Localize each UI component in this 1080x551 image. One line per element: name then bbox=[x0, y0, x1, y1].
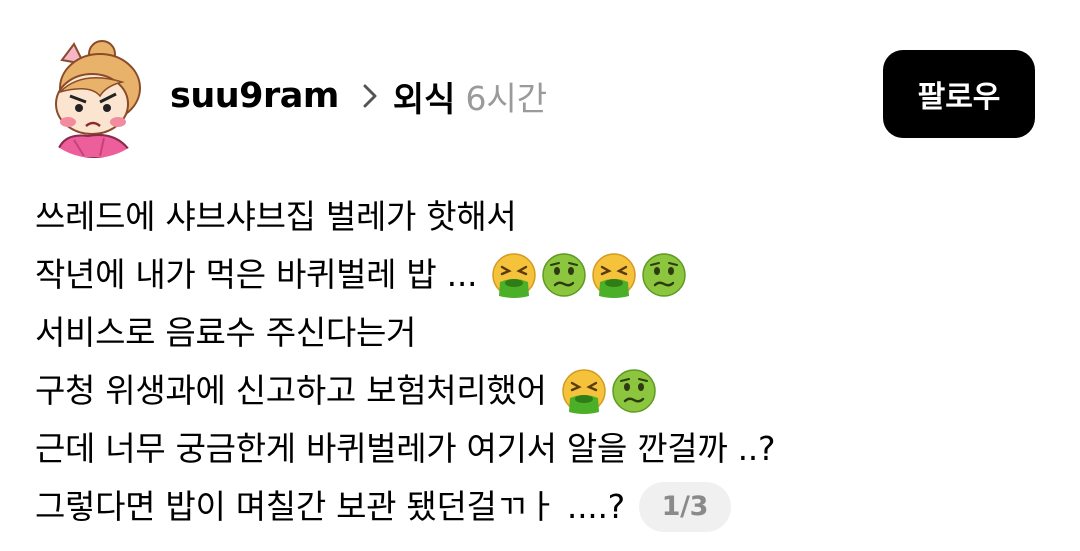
nauseated-face-icon bbox=[642, 253, 686, 297]
vomiting-face-icon bbox=[592, 253, 636, 298]
post-time: 6시간 bbox=[465, 79, 548, 118]
avatar[interactable] bbox=[30, 30, 158, 158]
post-line-text: 작년에 내가 먹은 바퀴벌레 밥 ... bbox=[35, 255, 478, 294]
vomiting-face-icon bbox=[561, 369, 606, 414]
topic-tag[interactable]: 외식 bbox=[393, 72, 456, 121]
cartoon-girl-avatar-icon bbox=[54, 40, 141, 158]
post-line: 근데 너무 궁금한게 바퀴벌레가 여기서 알을 깐걸까 ..? bbox=[35, 420, 1055, 478]
post-line: 작년에 내가 먹은 바퀴벌레 밥 ... bbox=[35, 246, 1055, 304]
nauseated-face-icon bbox=[611, 369, 656, 413]
nauseated-face-icon bbox=[542, 253, 586, 297]
post-line: 구청 위생과에 신고하고 보험처리했어 bbox=[35, 362, 1055, 420]
post-line-text: 쓰레드에 샤브샤브집 벌레가 핫해서 bbox=[35, 197, 517, 236]
vomiting-face-icon bbox=[492, 253, 536, 298]
post-line: 그렇다면 밥이 며칠간 보관 됐던걸ㄲㅏ ....? 1/3 bbox=[35, 478, 1055, 536]
post-header: suu9ram 외식 6시간 bbox=[170, 68, 547, 124]
post-line-text: 그렇다면 밥이 며칠간 보관 됐던걸ㄲㅏ ....? bbox=[35, 487, 625, 526]
page-indicator: 1/3 bbox=[638, 482, 731, 532]
post-line-text: 서비스로 음료수 주신다는거 bbox=[35, 313, 417, 352]
post-line: 쓰레드에 샤브샤브집 벌레가 핫해서 bbox=[35, 188, 1055, 246]
username[interactable]: suu9ram bbox=[170, 76, 339, 116]
post-line-text: 구청 위생과에 신고하고 보험처리했어 bbox=[35, 371, 547, 410]
post-line: 서비스로 음료수 주신다는거 bbox=[35, 304, 1055, 362]
post-line-text: 근데 너무 궁금한게 바퀴벌레가 여기서 알을 깐걸까 ..? bbox=[35, 429, 776, 468]
follow-button[interactable]: 팔로우 bbox=[883, 50, 1035, 138]
post-body: 쓰레드에 샤브샤브집 벌레가 핫해서 작년에 내가 먹은 바퀴벌레 밥 ... bbox=[35, 188, 1055, 536]
chevron-right-icon bbox=[363, 84, 377, 108]
